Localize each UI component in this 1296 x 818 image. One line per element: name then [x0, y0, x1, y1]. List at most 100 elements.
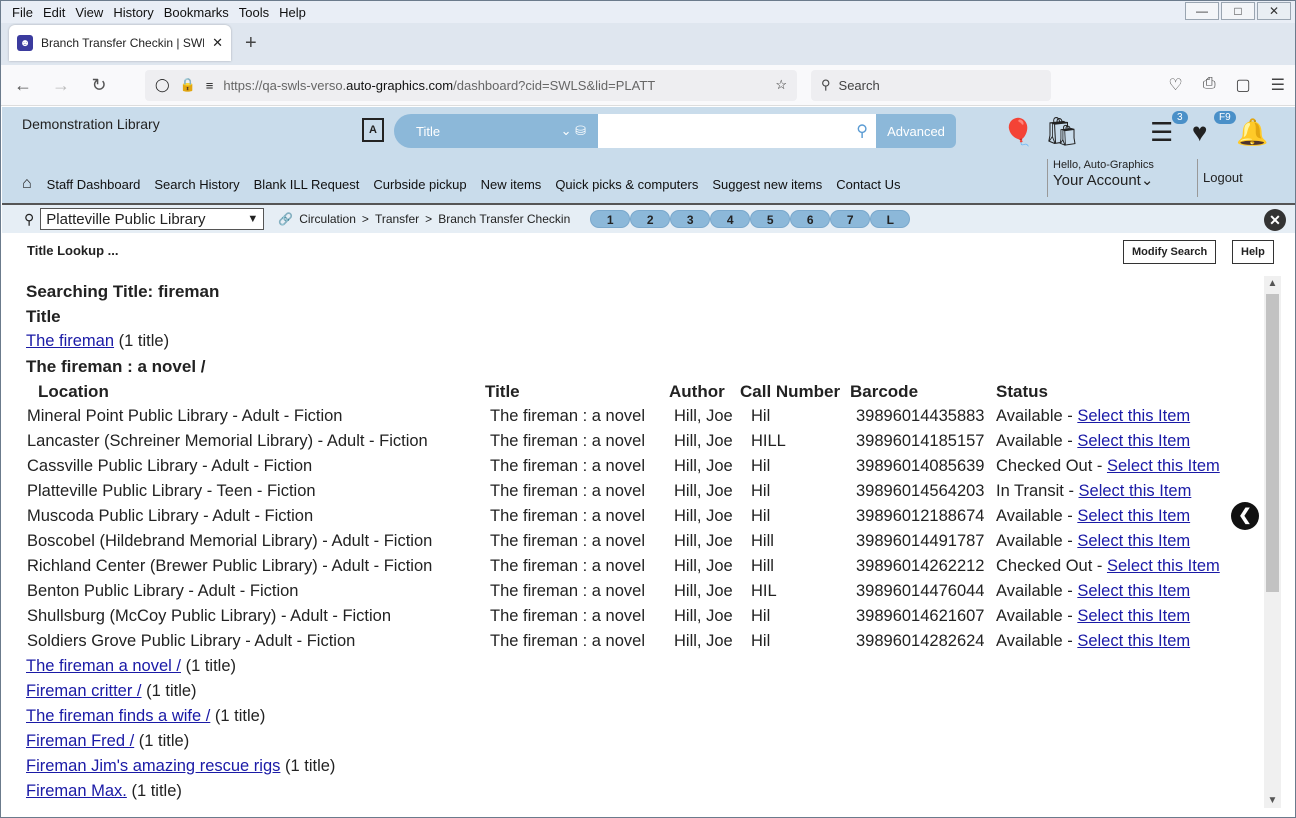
title-link[interactable]: The fireman finds a wife /: [26, 707, 210, 725]
item-location: Richland Center (Brewer Public Library) …: [27, 557, 433, 575]
menu-help[interactable]: Help: [274, 5, 311, 20]
step-4-button[interactable]: 4: [710, 210, 751, 228]
search-type-select[interactable]: Title ⌄ ⛁: [394, 114, 598, 148]
step-1-button[interactable]: 1: [590, 210, 631, 228]
print-icon[interactable]: ⎙: [1203, 75, 1216, 95]
select-item-link[interactable]: Select this Item: [1077, 582, 1190, 600]
home-icon[interactable]: ⌂: [22, 175, 40, 193]
step-5-button[interactable]: 5: [750, 210, 791, 228]
id-card-icon[interactable]: 🛍: [1044, 115, 1080, 148]
url-bar[interactable]: ◯ 🔒 ≡ https://qa-swls-verso.auto-graphic…: [145, 69, 797, 101]
select-item-link[interactable]: Select this Item: [1077, 407, 1190, 425]
scrollbar[interactable]: ▲ ▼: [1264, 276, 1281, 808]
step-6-button[interactable]: 6: [790, 210, 831, 228]
item-title: The fireman : a novel: [490, 432, 645, 450]
shield-icon[interactable]: ◯: [155, 77, 170, 93]
nav-new-items[interactable]: New items: [474, 177, 549, 192]
title-link[interactable]: Fireman Jim's amazing rescue rigs: [26, 757, 280, 775]
scroll-up-icon[interactable]: ▲: [1264, 278, 1281, 289]
table-row: Benton Public Library - Adult - Fiction T…: [26, 579, 1258, 604]
select-item-link[interactable]: Select this Item: [1079, 482, 1192, 500]
select-item-link[interactable]: Select this Item: [1077, 607, 1190, 625]
scroll-down-icon[interactable]: ▼: [1264, 795, 1281, 806]
bell-icon[interactable]: 🔔: [1236, 117, 1268, 148]
select-item-link[interactable]: Select this Item: [1107, 457, 1220, 475]
reload-icon[interactable]: ↻: [87, 75, 111, 96]
forward-icon[interactable]: →: [49, 75, 73, 96]
pocket-icon[interactable]: ♡: [1168, 75, 1182, 95]
select-item-link[interactable]: Select this Item: [1077, 507, 1190, 525]
list-count-badge: 3: [1172, 111, 1188, 124]
heart-icon[interactable]: ♥: [1192, 117, 1207, 148]
close-tab-icon[interactable]: ✕: [212, 35, 223, 51]
menu-bookmarks[interactable]: Bookmarks: [159, 5, 234, 20]
help-button[interactable]: Help: [1232, 240, 1274, 264]
nav-blank-ill-request[interactable]: Blank ILL Request: [247, 177, 367, 192]
maximize-icon[interactable]: □: [1221, 2, 1255, 20]
nav-search-history[interactable]: Search History: [147, 177, 246, 192]
url-text[interactable]: https://qa-swls-verso.auto-graphics.com/…: [223, 78, 765, 93]
nav-suggest-new-items[interactable]: Suggest new items: [705, 177, 829, 192]
menu-view[interactable]: View: [70, 5, 108, 20]
menu-file[interactable]: File: [7, 5, 38, 20]
nav-contact-us[interactable]: Contact Us: [829, 177, 907, 192]
title-count: (1 title): [284, 757, 336, 775]
permissions-icon[interactable]: ≡: [206, 78, 214, 93]
scroll-thumb[interactable]: [1266, 294, 1279, 592]
item-status: Available - Select this Item: [996, 629, 1258, 654]
catalog-search-input[interactable]: ⚲: [598, 114, 876, 148]
title-link[interactable]: The fireman a novel /: [26, 657, 181, 675]
menu-tools[interactable]: Tools: [234, 5, 274, 20]
advanced-search-button[interactable]: Advanced: [876, 114, 956, 148]
bookmark-star-icon[interactable]: ☆: [775, 77, 787, 93]
list-icon[interactable]: ☰: [1150, 117, 1173, 148]
step-3-button[interactable]: 3: [670, 210, 711, 228]
close-icon[interactable]: ✕: [1264, 209, 1286, 231]
logout-link[interactable]: Logout: [1197, 159, 1243, 197]
table-row: Soldiers Grove Public Library - Adult - …: [26, 629, 1258, 654]
branch-select[interactable]: Platteville Public Library ▼: [40, 208, 265, 230]
title-result: The fireman a novel / (1 title): [26, 654, 1261, 679]
select-item-link[interactable]: Select this Item: [1077, 532, 1190, 550]
minimize-icon[interactable]: —: [1185, 2, 1219, 20]
step-2-button[interactable]: 2: [630, 210, 671, 228]
close-window-icon[interactable]: ✕: [1257, 2, 1291, 20]
title-link[interactable]: Fireman critter /: [26, 682, 142, 700]
browser-tab[interactable]: ☻ Branch Transfer Checkin | SWLS ✕: [9, 25, 231, 61]
back-icon[interactable]: ←: [11, 75, 35, 96]
title-link[interactable]: The fireman: [26, 332, 114, 350]
new-tab-icon[interactable]: +: [245, 32, 257, 55]
extension-icon[interactable]: ▢: [1236, 75, 1251, 95]
hamburger-menu-icon[interactable]: ☰: [1271, 75, 1285, 95]
select-item-link[interactable]: Select this Item: [1077, 432, 1190, 450]
crumb-transfer[interactable]: Transfer: [375, 212, 419, 226]
step-l-button[interactable]: L: [870, 210, 911, 228]
title-link[interactable]: Fireman Fred /: [26, 732, 134, 750]
item-status: Available - Select this Item: [996, 529, 1258, 554]
modify-search-button[interactable]: Modify Search: [1123, 240, 1217, 264]
nav-bar: ← → ↻ ◯ 🔒 ≡ https://qa-swls-verso.auto-g…: [1, 65, 1295, 106]
item-call-number: Hil: [751, 457, 771, 475]
lock-icon[interactable]: 🔒: [180, 77, 196, 93]
item-status-text: Available -: [996, 507, 1078, 525]
nav-curbside-pickup[interactable]: Curbside pickup: [366, 177, 473, 192]
translate-icon[interactable]: A: [362, 118, 384, 142]
greeting: Hello, Auto-Graphics: [1053, 159, 1154, 171]
toolbar-icons: ♡ ⎙ ▢ ☰: [1168, 75, 1285, 95]
crumb-circulation[interactable]: Circulation: [299, 212, 356, 226]
title-link[interactable]: Fireman Max.: [26, 782, 127, 800]
nav-staff-dashboard[interactable]: Staff Dashboard: [40, 177, 148, 192]
menu-history[interactable]: History: [108, 5, 158, 20]
step-7-button[interactable]: 7: [830, 210, 871, 228]
menu-edit[interactable]: Edit: [38, 5, 70, 20]
account-menu[interactable]: Hello, Auto-Graphics Your Account⌄: [1047, 159, 1154, 197]
select-item-link[interactable]: Select this Item: [1107, 557, 1220, 575]
search-icon[interactable]: ⚲: [856, 121, 868, 141]
balloon-icon[interactable]: 🎈: [1002, 117, 1034, 148]
title-result: The fireman (1 title): [26, 329, 1261, 354]
nav-quick-picks[interactable]: Quick picks & computers: [548, 177, 705, 192]
select-item-link[interactable]: Select this Item: [1077, 632, 1190, 650]
browser-search-input[interactable]: ⚲ Search: [811, 69, 1051, 101]
item-title: The fireman : a novel: [490, 482, 645, 500]
chevron-left-icon[interactable]: ❮: [1231, 502, 1259, 530]
